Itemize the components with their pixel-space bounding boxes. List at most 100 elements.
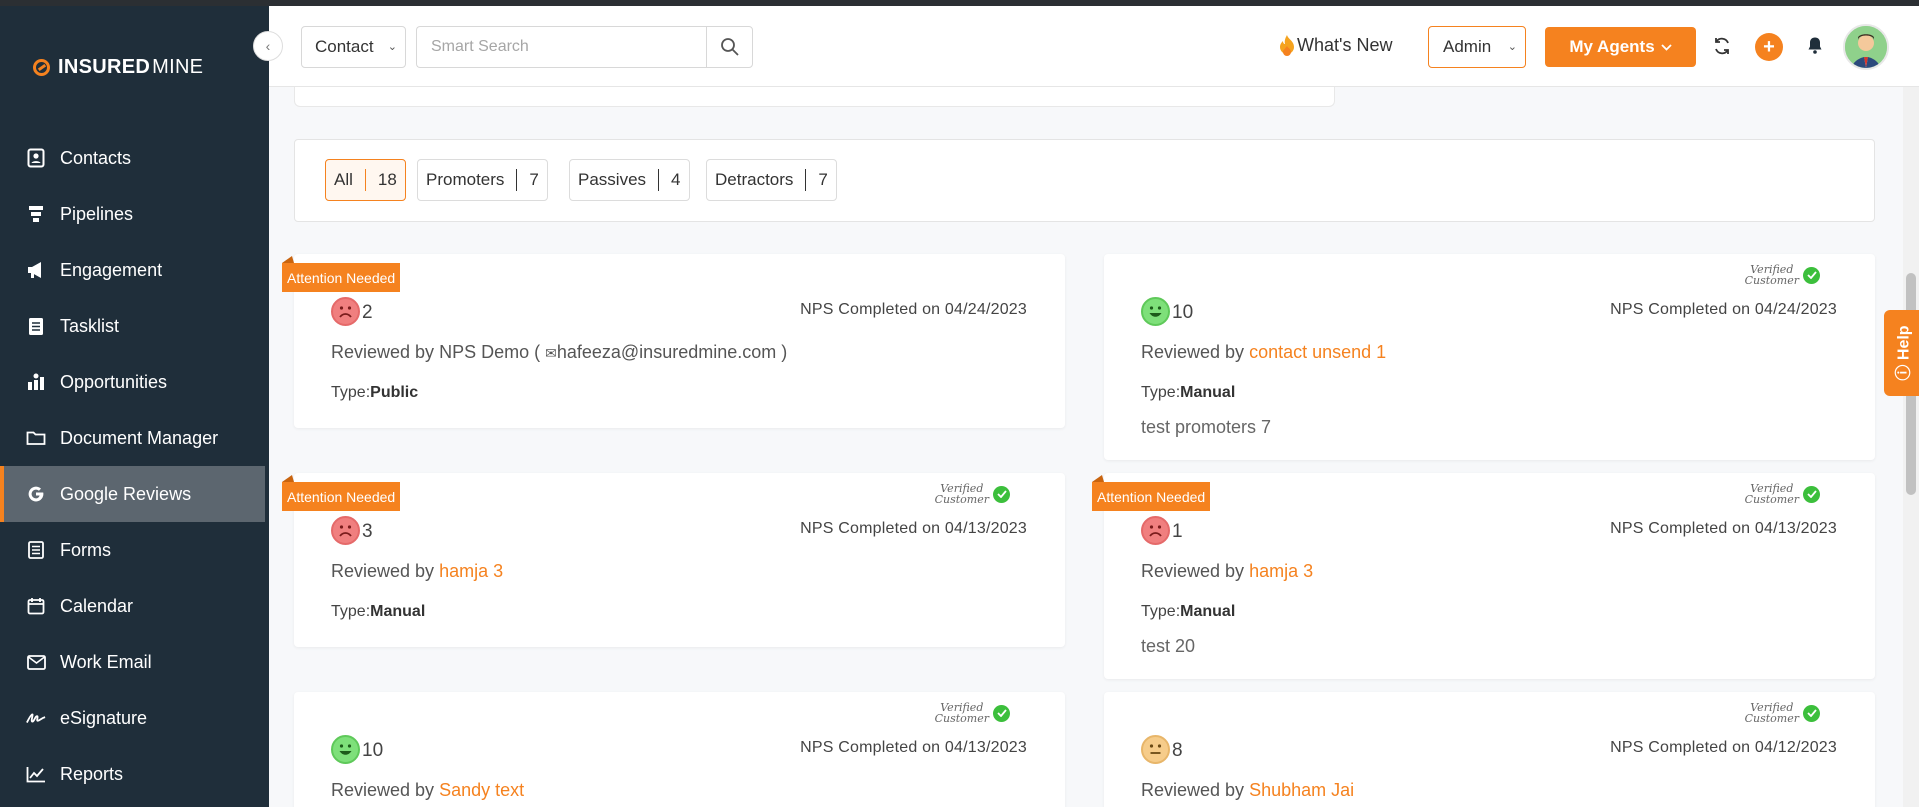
nps-score: 1 xyxy=(1172,521,1183,542)
sad-face-icon xyxy=(331,297,360,326)
reviewer-name-link[interactable]: contact unsend 1 xyxy=(1249,342,1386,362)
verified-customer-text: Verified Customer xyxy=(1744,263,1799,287)
logo-icon xyxy=(33,59,50,76)
verified-customer-badge: Verified Customer xyxy=(935,483,1010,505)
signature-icon xyxy=(26,708,46,728)
sidebar-item-label: Google Reviews xyxy=(60,483,192,504)
verified-customer-badge: Verified Customer xyxy=(935,702,1010,724)
filter-count: 4 xyxy=(671,170,681,189)
nps-score: 8 xyxy=(1172,740,1183,761)
sidebar-item-calendar[interactable]: Calendar xyxy=(0,578,269,634)
filter-promoters[interactable]: Promoters 7 xyxy=(417,159,548,201)
verified-customer-text: Verified Customer xyxy=(934,701,989,725)
mail-icon xyxy=(26,652,46,672)
reviewer-name-link[interactable]: Sandy text xyxy=(439,780,524,800)
reviewed-by: Reviewed by hamja 3 xyxy=(1141,561,1313,582)
nps-score: 10 xyxy=(362,740,384,761)
sidebar-item-label: Opportunities xyxy=(60,371,168,392)
nps-completed-date: NPS Completed on 04/24/2023 xyxy=(1610,301,1837,318)
filter-detractors[interactable]: Detractors 7 xyxy=(706,159,837,201)
search-button[interactable] xyxy=(706,26,753,68)
info-icon: ⓘ xyxy=(1895,360,1913,381)
filter-passives[interactable]: Passives 4 xyxy=(569,159,690,201)
sidebar-item-tasklist[interactable]: Tasklist xyxy=(0,298,269,354)
reviewer-name: NPS Demo ( xyxy=(439,342,541,362)
brand-name-light: MINE xyxy=(152,56,204,78)
reviewer-name-link[interactable]: hamja 3 xyxy=(1249,561,1313,581)
folder-icon xyxy=(26,428,46,448)
sidebar-item-work-email[interactable]: Work Email xyxy=(0,634,269,690)
sidebar-item-label: eSignature xyxy=(60,707,148,728)
filter-label: Promoters xyxy=(426,170,505,189)
page-scrollbar[interactable] xyxy=(1903,87,1919,807)
role-select[interactable]: Admin ⌄ xyxy=(1428,26,1526,68)
brand-logo[interactable]: INSURED MINE xyxy=(33,56,203,79)
context-select[interactable]: Contact ⌄ xyxy=(301,26,406,68)
review-card: Verified Customer 10 NPS Completed on 04/… xyxy=(294,692,1065,807)
envelope-icon: ✉ xyxy=(545,345,557,361)
context-select-value: Contact xyxy=(315,37,374,56)
notifications-icon[interactable] xyxy=(1807,36,1823,59)
help-tab[interactable]: ⓘ Help xyxy=(1884,310,1919,396)
sidebar-item-google-reviews[interactable]: Google Reviews xyxy=(0,466,265,522)
sidebar-item-reports[interactable]: Reports xyxy=(0,746,269,802)
role-select-value: Admin xyxy=(1443,37,1492,56)
filter-label: Detractors xyxy=(715,170,794,189)
sidebar-item-esignature[interactable]: eSignature xyxy=(0,690,269,746)
chevron-down-icon: ⌄ xyxy=(387,41,397,53)
type-label: Type: xyxy=(331,384,371,401)
attention-badge: Attention Needed xyxy=(1092,475,1211,511)
verified-customer-badge: Verified Customer xyxy=(1745,483,1820,505)
attention-badge: Attention Needed xyxy=(282,475,401,511)
reviewer-name-link[interactable]: Shubham Jai xyxy=(1249,780,1354,800)
my-agents-label: My Agents xyxy=(1569,37,1655,56)
review-type: Type:Manual xyxy=(1141,603,1235,621)
reviewer-email-close: ) xyxy=(781,342,788,362)
add-button[interactable]: + xyxy=(1755,33,1783,61)
sidebar: INSURED MINE Contacts Pipelines Engagemen… xyxy=(0,6,269,807)
filter-all[interactable]: All 18 xyxy=(325,159,406,201)
happy-face-icon xyxy=(331,735,360,764)
opportunities-icon xyxy=(26,372,46,392)
reviewer-name-link[interactable]: hamja 3 xyxy=(439,561,503,581)
neutral-face-icon xyxy=(1141,735,1170,764)
check-icon xyxy=(993,485,1010,503)
check-icon xyxy=(1803,704,1820,722)
smart-search-input[interactable] xyxy=(416,26,706,68)
verified-customer-badge: Verified Customer xyxy=(1745,264,1820,286)
sidebar-item-opportunities[interactable]: Opportunities xyxy=(0,354,269,410)
user-avatar[interactable] xyxy=(1843,24,1889,70)
reviewed-by-label: Reviewed by xyxy=(331,780,435,800)
list-icon xyxy=(26,316,46,336)
chevron-left-icon: ‹ xyxy=(265,38,271,54)
sad-face-icon xyxy=(1141,516,1170,545)
check-icon xyxy=(1803,485,1820,503)
verified-customer-text: Verified Customer xyxy=(934,482,989,506)
type-value: Manual xyxy=(370,603,426,620)
refresh-icon[interactable] xyxy=(1712,36,1732,61)
sidebar-item-contacts[interactable]: Contacts xyxy=(0,130,269,186)
collapse-sidebar-button[interactable]: ‹ xyxy=(253,31,283,61)
type-label: Type: xyxy=(331,603,371,620)
sidebar-item-label: Tasklist xyxy=(60,315,120,336)
review-card: Attention Needed Verified Customer 1 NPS … xyxy=(1092,473,1875,679)
attention-badge: Attention Needed xyxy=(282,256,401,292)
filter-label: All xyxy=(334,170,353,189)
contacts-icon xyxy=(26,148,46,168)
my-agents-button[interactable]: My Agents xyxy=(1545,27,1696,67)
previous-section-card xyxy=(294,87,1335,107)
avatar-icon xyxy=(1845,26,1887,68)
sidebar-item-forms[interactable]: Forms xyxy=(0,522,269,578)
reviewer-email[interactable]: hafeeza@insuredmine.com xyxy=(557,342,776,362)
sidebar-item-engagement[interactable]: Engagement xyxy=(0,242,269,298)
review-type: Type:Public xyxy=(331,384,418,402)
sidebar-item-pipelines[interactable]: Pipelines xyxy=(0,186,269,242)
sidebar-item-document-manager[interactable]: Document Manager xyxy=(0,410,269,466)
review-type: Type:Manual xyxy=(1141,384,1235,402)
sidebar-item-label: Contacts xyxy=(60,147,132,168)
whats-new-link[interactable]: What's New xyxy=(1279,34,1392,56)
reviewed-by-label: Reviewed by xyxy=(1141,780,1245,800)
happy-face-icon xyxy=(1141,297,1170,326)
nps-score: 2 xyxy=(362,302,373,323)
nps-completed-date: NPS Completed on 04/13/2023 xyxy=(800,520,1027,537)
